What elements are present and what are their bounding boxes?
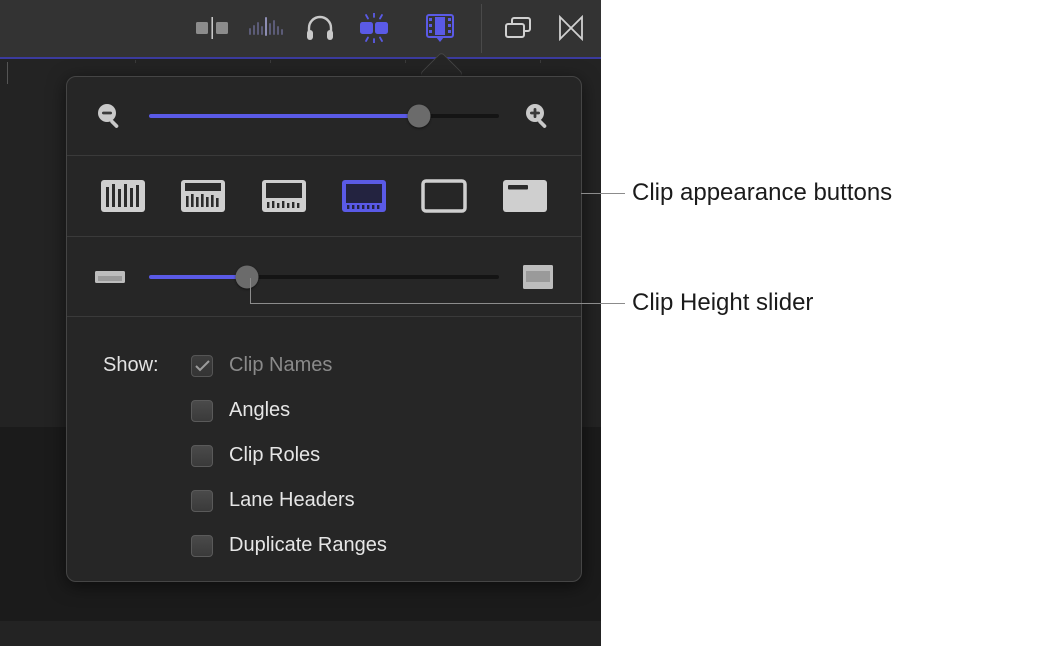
headphones-icon[interactable]	[300, 10, 340, 46]
show-row-lane-headers[interactable]: Lane Headers	[67, 478, 581, 523]
show-row-angles[interactable]: Angles	[67, 388, 581, 433]
show-label-clip-roles: Clip Roles	[229, 444, 320, 467]
timeline-tick	[405, 60, 406, 63]
timeline-tick	[540, 60, 541, 63]
show-label-duplicate-ranges: Duplicate Ranges	[229, 534, 387, 557]
checkbox-lane-headers[interactable]	[191, 490, 213, 512]
appearance-small-filmstrip-large-waveform[interactable]	[174, 175, 232, 217]
show-label-clip-names: Clip Names	[229, 354, 332, 377]
timeline-tick	[270, 60, 271, 63]
clip-height-slider-row	[67, 237, 581, 316]
clip-height-slider-thumb[interactable]	[236, 265, 259, 288]
magnifier-minus-icon[interactable]	[93, 99, 127, 133]
show-options-list: Show: Clip Names Angles Clip Roles	[67, 317, 581, 568]
checkbox-duplicate-ranges[interactable]	[191, 535, 213, 557]
show-row-duplicate-ranges[interactable]: Duplicate Ranges	[67, 523, 581, 568]
zoom-slider-thumb[interactable]	[407, 105, 430, 128]
show-label-angles: Angles	[229, 399, 290, 422]
zoom-slider-fill	[149, 114, 419, 118]
zoom-slider-track[interactable]	[149, 114, 499, 118]
callout-drop-clip-height	[250, 278, 251, 304]
checkbox-angles[interactable]	[191, 400, 213, 422]
tall-clip-icon[interactable]	[521, 260, 555, 294]
checkbox-clip-roles[interactable]	[191, 445, 213, 467]
callout-clip-appearance-buttons: Clip appearance buttons	[632, 179, 892, 207]
short-clip-icon[interactable]	[93, 260, 127, 294]
magnifier-plus-icon[interactable]	[521, 99, 555, 133]
show-label-lane-headers: Lane Headers	[229, 489, 355, 512]
playhead[interactable]	[7, 62, 8, 84]
checkmark-icon	[195, 360, 210, 372]
show-row-clip-names[interactable]: Show: Clip Names	[67, 343, 581, 388]
clip-height-slider-fill	[149, 275, 247, 279]
show-row-clip-roles[interactable]: Clip Roles	[67, 433, 581, 478]
window-layout-icon[interactable]	[498, 10, 538, 46]
timeline-tick	[135, 60, 136, 63]
highlight-clip-icon[interactable]	[354, 10, 394, 46]
callout-clip-height-slider: Clip Height slider	[632, 289, 813, 317]
callout-leader-clip-height	[250, 303, 625, 304]
app-screenshot-region: Show: Clip Names Angles Clip Roles	[0, 0, 601, 646]
clip-height-slider-track[interactable]	[149, 275, 499, 279]
audio-waveform-icon[interactable]	[246, 10, 286, 46]
appearance-filmstrip-only[interactable]	[415, 175, 473, 217]
filmstrip-appearance-icon[interactable]	[420, 10, 460, 46]
show-lead-label: Show:	[103, 354, 191, 377]
checkbox-clip-names[interactable]	[191, 355, 213, 377]
popover-arrow	[420, 48, 462, 78]
trim-tool-icon[interactable]	[192, 10, 232, 46]
clip-appearance-popover: Show: Clip Names Angles Clip Roles	[66, 76, 582, 582]
fit-to-window-icon[interactable]	[551, 10, 591, 46]
appearance-waveform-only[interactable]	[94, 175, 152, 217]
appearance-large-filmstrip-small-waveform[interactable]	[255, 175, 313, 217]
toolbar-divider	[481, 4, 482, 53]
appearance-clip-names-only[interactable]	[496, 175, 554, 217]
appearance-filmstrip-thin-waveform[interactable]	[335, 175, 393, 217]
zoom-slider-row	[67, 77, 581, 155]
clip-appearance-buttons	[67, 156, 581, 236]
callout-leader-clip-appearance	[581, 193, 625, 194]
timeline-toolbar	[0, 0, 601, 57]
